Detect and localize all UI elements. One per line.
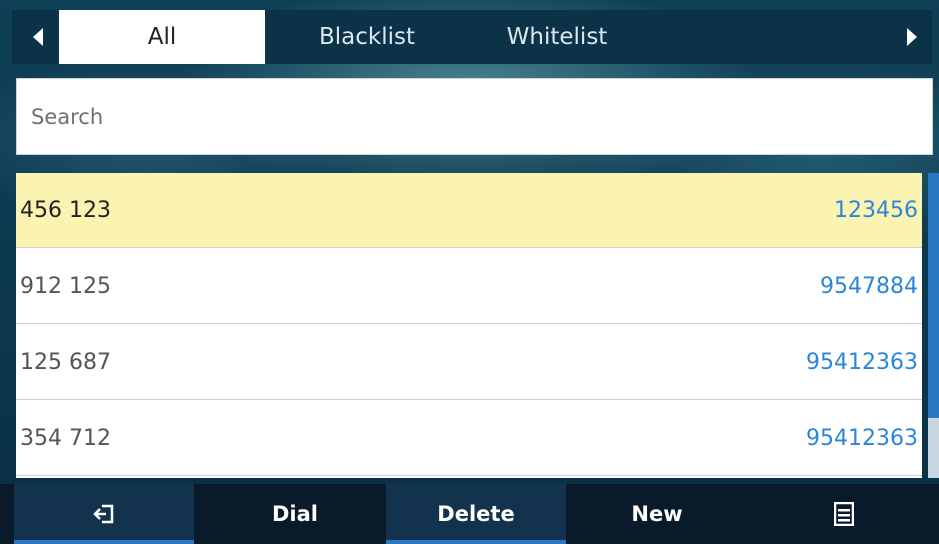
scrollbar-thumb[interactable] [928, 173, 939, 418]
scrollbar[interactable] [928, 173, 939, 478]
back-button[interactable] [14, 484, 194, 544]
delete-button-label: Delete [437, 502, 515, 526]
left-triangle-icon[interactable] [20, 10, 56, 64]
list-item[interactable]: 912 125 9547884 [16, 249, 922, 324]
tab-all[interactable]: All [59, 10, 265, 64]
contact-name: 125 687 [20, 349, 111, 375]
contact-name: 912 125 [20, 273, 111, 299]
back-enter-icon [93, 504, 114, 524]
list-item[interactable]: 125 687 95412363 [16, 325, 922, 400]
softkey-bar: Dial Delete New [0, 484, 939, 544]
menu-button[interactable] [748, 484, 939, 544]
dial-button[interactable]: Dial [205, 484, 385, 544]
menu-list-icon [833, 502, 854, 526]
softkey-underline [386, 540, 566, 544]
contact-number: 95412363 [806, 425, 918, 451]
tab-whitelist[interactable]: Whitelist [462, 10, 652, 64]
right-triangle-icon[interactable] [894, 10, 930, 64]
contact-number: 9547884 [820, 273, 918, 299]
new-button[interactable]: New [567, 484, 747, 544]
list-item[interactable]: 456 123 123456 [16, 173, 922, 248]
contact-list: 456 123 123456 912 125 9547884 125 687 9… [16, 173, 922, 478]
softkey-underline [14, 540, 194, 544]
tab-bar: All Blacklist Whitelist [12, 10, 932, 64]
contact-number: 95412363 [806, 349, 918, 375]
phone-screen: All Blacklist Whitelist 456 123 123456 9… [0, 0, 939, 544]
list-item[interactable]: 354 712 95412363 [16, 401, 922, 476]
contact-number: 123456 [834, 197, 918, 223]
search-box[interactable] [16, 78, 933, 155]
contact-name: 456 123 [20, 197, 111, 223]
tab-blacklist[interactable]: Blacklist [282, 10, 452, 64]
delete-button[interactable]: Delete [386, 484, 566, 544]
search-input[interactable] [17, 78, 932, 155]
contact-name: 354 712 [20, 425, 111, 451]
